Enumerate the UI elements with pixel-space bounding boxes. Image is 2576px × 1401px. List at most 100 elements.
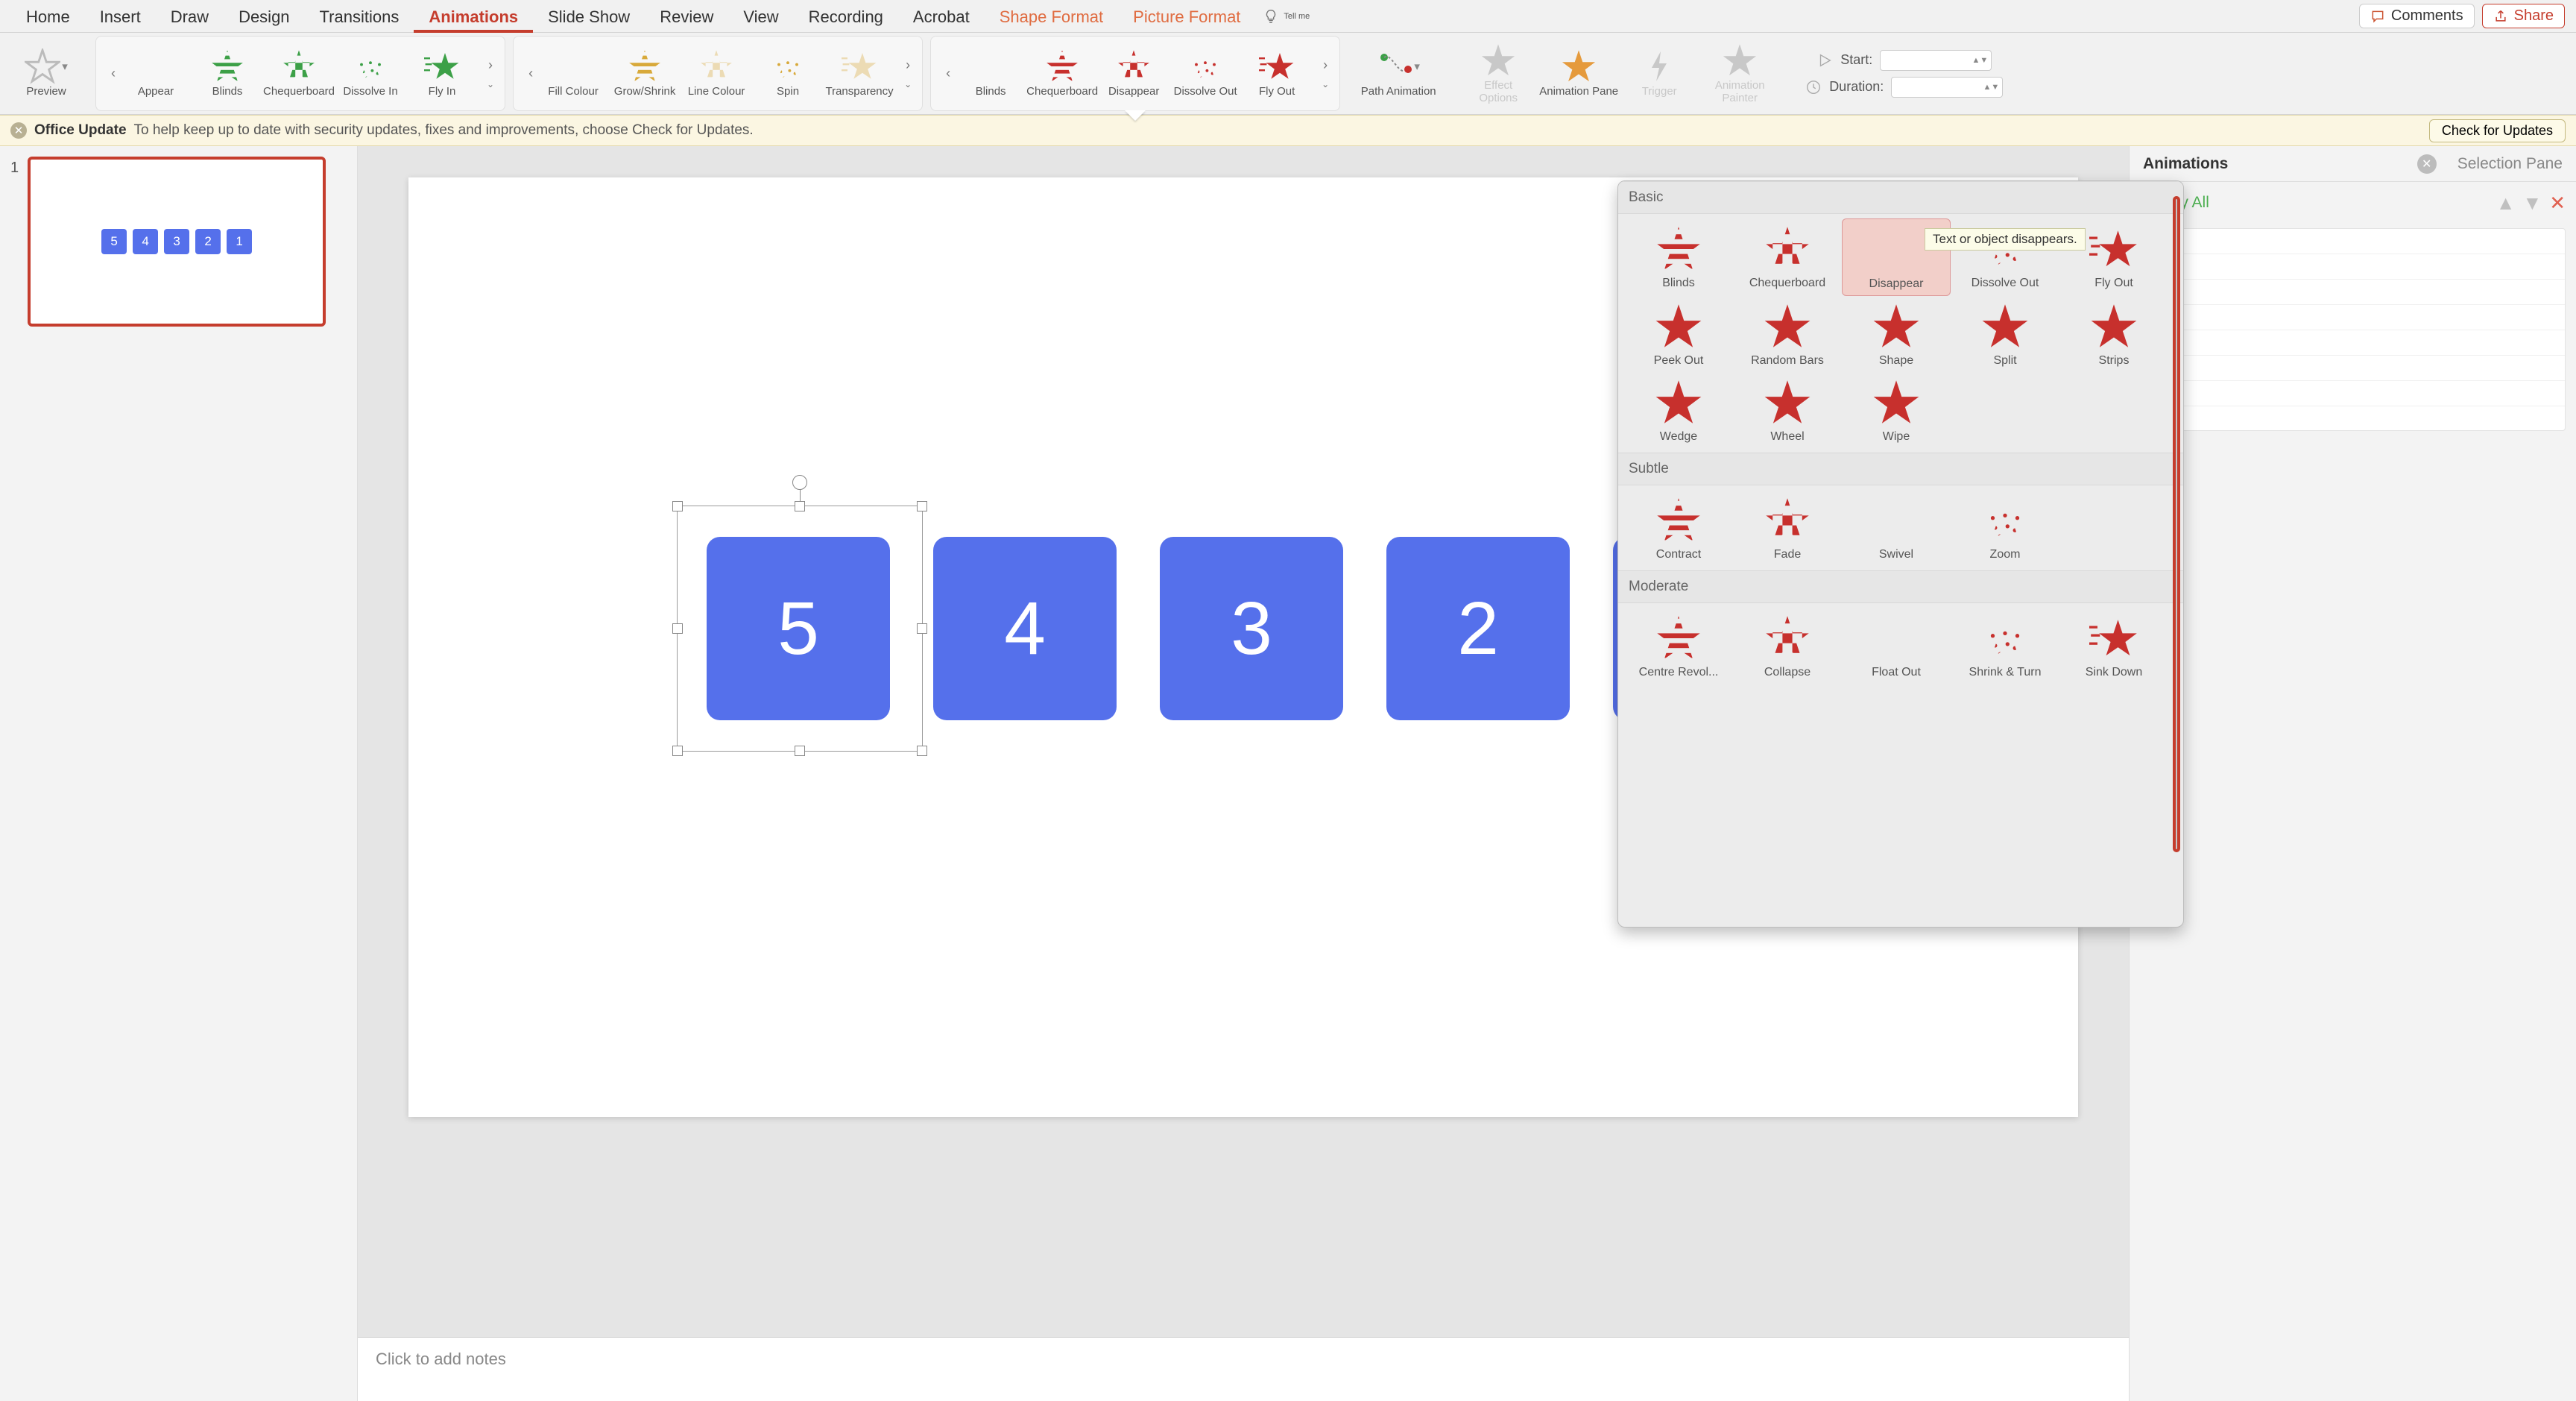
flyout-effect-strips[interactable]: Strips [2059,296,2168,372]
exit-effects-flyout[interactable]: BasicBlindsChequerboardText or object di… [1617,180,2184,928]
effect-dissolve-in[interactable]: Dissolve In [335,47,406,100]
tab-animations[interactable]: Animations [414,0,533,33]
flyout-effect-wedge[interactable]: Wedge [1624,372,1733,448]
resize-handle[interactable] [795,746,805,756]
effect-blinds[interactable]: Blinds [955,47,1026,100]
flyout-effect-peek-out[interactable]: Peek Out [1624,296,1733,372]
effect-transparency[interactable]: Transparency [824,47,895,100]
duration-field[interactable]: ▲▼ [1891,77,2003,98]
animations-tab[interactable]: Animations [2130,146,2241,182]
thumbnail-panel[interactable]: 1 54321 [0,146,358,1401]
flyout-effect-zoom[interactable]: Zoom [1951,490,2059,566]
slide-shape[interactable]: 3 [1160,537,1343,720]
tab-shape-format[interactable]: Shape Format [985,0,1118,33]
tab-insert[interactable]: Insert [85,0,156,33]
tab-slide-show[interactable]: Slide Show [533,0,645,33]
gallery-prev-icon[interactable]: ‹ [107,66,120,81]
flyout-effect-contract[interactable]: Contract [1624,490,1733,566]
effect-grow-shrink[interactable]: Grow/Shrink [609,47,681,100]
flyout-category: Subtle [1618,453,2183,485]
delete-icon[interactable]: ✕ [2549,192,2566,215]
flyout-effect-sink-down[interactable]: Sink Down [2059,608,2168,684]
resize-handle[interactable] [917,501,927,511]
effect-fill-colour[interactable]: Fill Colour [537,47,609,100]
notes-pane[interactable]: Click to add notes [358,1337,2129,1401]
resize-handle[interactable] [672,746,683,756]
rotate-handle[interactable] [792,475,807,490]
resize-handle[interactable] [672,623,683,634]
tab-acrobat[interactable]: Acrobat [898,0,985,33]
star-icon [1763,224,1812,274]
selection-pane-tab[interactable]: Selection Pane [2444,146,2576,182]
flyout-effect-wipe[interactable]: Wipe [1842,372,1951,448]
effect-appear[interactable]: Appear [120,47,192,100]
flyout-effect-swivel[interactable]: Swivel [1842,490,1951,566]
tell-me[interactable]: Tell me [1263,8,1310,25]
tab-design[interactable]: Design [224,0,304,33]
effect-spin[interactable]: Spin [752,47,824,100]
info-icon[interactable]: ✕ [10,122,27,139]
tab-view[interactable]: View [728,0,793,33]
preview-button[interactable]: ▾ Preview [10,47,82,100]
effect-chequerboard[interactable]: Chequerboard [1026,47,1098,100]
effect-line-colour[interactable]: Line Colour [681,47,752,100]
comments-button[interactable]: Comments [2359,4,2475,28]
flyout-effect-wheel[interactable]: Wheel [1733,372,1842,448]
check-updates-button[interactable]: Check for Updates [2429,119,2566,142]
scrollbar-thumb[interactable] [2173,196,2180,852]
slide-shape[interactable]: 5 [707,537,890,720]
resize-handle[interactable] [795,501,805,511]
flyout-effect-shrink-turn[interactable]: Shrink & Turn [1951,608,2059,684]
start-field[interactable]: ▲▼ [1880,50,1992,71]
flyout-effect-random-bars[interactable]: Random Bars [1733,296,1842,372]
move-down-icon[interactable]: ▼ [2522,192,2542,215]
duration-label: Duration: [1829,79,1884,95]
effect-fly-out[interactable]: Fly Out [1241,47,1313,100]
thumb-shape: 4 [133,229,158,254]
flyout-effect-float-out[interactable]: Float Out [1842,608,1951,684]
emphasis-gallery[interactable]: ‹ Fill ColourGrow/ShrinkLine ColourSpinT… [513,36,923,111]
lightning-icon [1641,48,1677,84]
flyout-effect-blinds[interactable]: Blinds [1624,218,1733,296]
star-icon [1722,42,1758,78]
flyout-effect-shape[interactable]: Shape [1842,296,1951,372]
effect-chequerboard[interactable]: Chequerboard [263,47,335,100]
slide-shape[interactable]: 2 [1386,537,1570,720]
close-icon[interactable]: ✕ [2417,154,2437,174]
tab-review[interactable]: Review [645,0,728,33]
gallery-more-icon[interactable]: ›⌄ [900,40,916,107]
animation-pane-button[interactable]: Animation Pane [1534,47,1623,100]
resize-handle[interactable] [672,501,683,511]
thumb-shape: 2 [195,229,221,254]
flyout-effect-fade[interactable]: Fade [1733,490,1842,566]
share-button[interactable]: Share [2482,4,2565,28]
flyout-effect-collapse[interactable]: Collapse [1733,608,1842,684]
slide-shape[interactable]: 4 [933,537,1117,720]
slide-thumbnail[interactable]: 54321 [28,157,326,327]
flyout-effect-chequerboard[interactable]: Chequerboard [1733,218,1842,296]
exit-gallery[interactable]: ‹ BlindsChequerboardDisappearDissolve Ou… [930,36,1340,111]
animation-list[interactable] [2140,228,2566,431]
tab-picture-format[interactable]: Picture Format [1118,0,1255,33]
gallery-more-icon[interactable]: ›⌄ [482,40,499,107]
tab-home[interactable]: Home [11,0,85,33]
effect-dissolve-out[interactable]: Dissolve Out [1169,47,1241,100]
gallery-more-icon[interactable]: ›⌄ [1317,40,1333,107]
scrollbar[interactable] [2171,196,2182,919]
effect-fly-in[interactable]: Fly In [406,47,478,100]
tab-recording[interactable]: Recording [794,0,898,33]
effect-blinds[interactable]: Blinds [192,47,263,100]
flyout-effect-centre-revol-[interactable]: Centre Revol... [1624,608,1733,684]
entrance-gallery[interactable]: ‹ AppearBlindsChequerboardDissolve InFly… [95,36,505,111]
effect-disappear[interactable]: Disappear [1098,47,1169,100]
resize-handle[interactable] [917,623,927,634]
tab-transitions[interactable]: Transitions [305,0,414,33]
gallery-prev-icon[interactable]: ‹ [941,66,955,81]
flyout-effect-split[interactable]: Split [1951,296,2059,372]
flyout-effect-disappear[interactable]: Text or object disappears.Disappear [1842,218,1951,296]
move-up-icon[interactable]: ▲ [2496,192,2516,215]
path-animation-button[interactable]: ▾ Path Animation [1354,47,1443,100]
gallery-prev-icon[interactable]: ‹ [524,66,537,81]
tab-draw[interactable]: Draw [156,0,224,33]
resize-handle[interactable] [917,746,927,756]
